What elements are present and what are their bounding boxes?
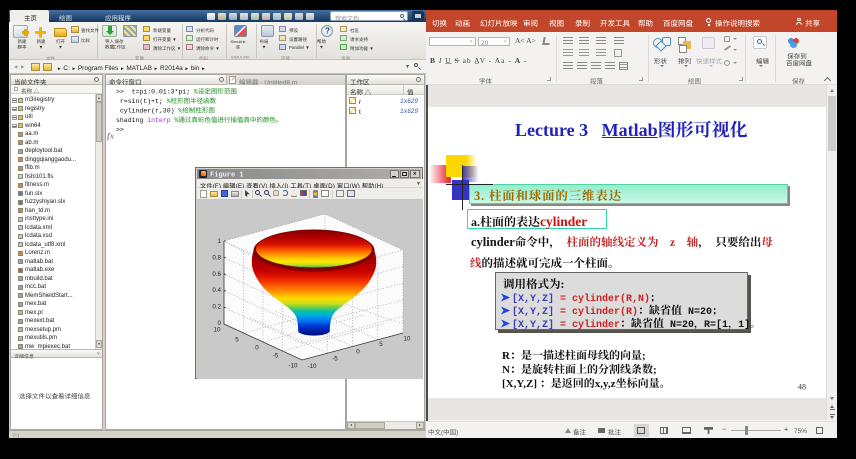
svg-text:-10: -10 bbox=[289, 363, 299, 370]
svg-text:5: 5 bbox=[235, 337, 239, 344]
svg-text:10: 10 bbox=[214, 327, 221, 334]
svg-text:0: 0 bbox=[255, 345, 259, 352]
svg-text:0.4: 0.4 bbox=[212, 287, 221, 294]
svg-text:5: 5 bbox=[379, 341, 383, 348]
svg-text:10: 10 bbox=[404, 336, 411, 343]
svg-text:-5: -5 bbox=[273, 353, 279, 360]
svg-text:0: 0 bbox=[356, 349, 360, 356]
svg-text:-10: -10 bbox=[308, 363, 318, 370]
svg-text:0.6: 0.6 bbox=[212, 271, 221, 278]
svg-text:1: 1 bbox=[218, 238, 222, 245]
svg-text:0.2: 0.2 bbox=[212, 304, 221, 311]
svg-text:-5: -5 bbox=[332, 356, 338, 363]
svg-text:0.8: 0.8 bbox=[212, 254, 221, 261]
